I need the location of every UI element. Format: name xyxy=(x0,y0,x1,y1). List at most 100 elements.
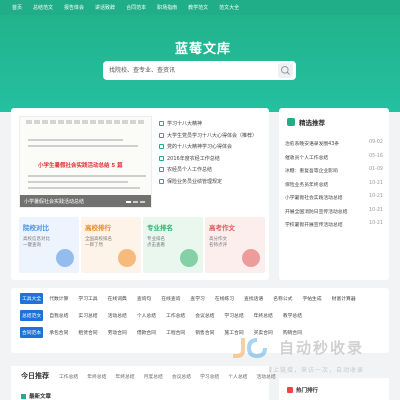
latest-header: 最新文章 xyxy=(21,392,51,400)
carousel-dots xyxy=(126,201,145,203)
site-logo[interactable]: 蓝莓文库 xyxy=(175,38,231,57)
news-title: 大学生党员学习十八大心得体会（推荐） xyxy=(167,132,258,139)
news-item[interactable]: 党的十八大精神学习心得体会 xyxy=(159,141,264,153)
today-filter[interactable]: 月度总结 xyxy=(144,373,163,380)
nav-item-all[interactable]: 范文大全 xyxy=(219,4,239,11)
recommend-panel: 精选推荐 治愈系晚安语录发圈43条 09-02 催收员个人工作总结 05-16 冰糖… xyxy=(279,108,389,280)
tag-link[interactable]: 学习总结 xyxy=(224,312,243,319)
tag-link[interactable]: 租赁合同 xyxy=(78,329,97,336)
tag-link[interactable]: 销售合同 xyxy=(195,329,214,336)
recommend-header: 精选推荐 xyxy=(287,117,325,127)
category-school-rank[interactable]: 高校排行 全国高校排名 一目了然 xyxy=(81,217,141,273)
nav-item-home[interactable]: 首页 xyxy=(12,4,22,11)
tag-link[interactable]: 施工合同 xyxy=(224,329,243,336)
tag-row-label[interactable]: 工具大全 xyxy=(20,293,44,304)
slide-text-line xyxy=(28,139,123,141)
tag-link[interactable]: 会议总结 xyxy=(195,312,214,319)
today-filter[interactable]: 年终总结 xyxy=(115,373,134,380)
today-filter[interactable]: 学习总结 xyxy=(200,373,219,380)
category-major-rank[interactable]: 专业排名 专业排名 点击查看 xyxy=(143,217,203,273)
latest-title: 最新文章 xyxy=(29,394,52,400)
recommend-item[interactable]: 开展全国消防日宣传活动总结 10-21 xyxy=(285,208,383,222)
news-item[interactable]: 保险业务员业绩管理规定 xyxy=(159,176,264,188)
news-item[interactable]: 2016年度农经工作总结 xyxy=(159,153,264,165)
tag-link[interactable]: 名称公式 xyxy=(273,295,292,302)
carousel-dot[interactable] xyxy=(126,201,131,203)
tag-link[interactable]: 购销合同 xyxy=(283,329,302,336)
carousel-dot[interactable] xyxy=(140,201,145,203)
search-input[interactable] xyxy=(109,64,269,77)
tag-link[interactable]: 在线练习 xyxy=(215,295,234,302)
tag-link[interactable]: 教学总结 xyxy=(283,312,302,319)
tag-link[interactable]: 活动总结 xyxy=(108,312,127,319)
tag-link[interactable]: 买卖合同 xyxy=(254,329,273,336)
nav-item-teaching[interactable]: 教学范文 xyxy=(188,4,208,11)
news-item[interactable]: 农经员个人工作总结 xyxy=(159,164,264,176)
today-filter[interactable]: 年终总结 xyxy=(87,373,106,380)
recommend-item[interactable]: 学校暑假开展宣传活动总结 10-21 xyxy=(285,221,383,235)
tag-link[interactable]: 代数计算 xyxy=(49,295,68,302)
search-bar xyxy=(103,61,296,80)
recommend-item[interactable]: 治愈系晚安语录发圈43条 09-02 xyxy=(285,140,383,154)
tag-row-tools: 工具大全 代数计算 学习工具 在线词典 查询句 在线查询 查学习 在线练习 查找… xyxy=(20,293,366,304)
tag-link[interactable]: 年终总结 xyxy=(254,312,273,319)
today-filter[interactable]: 工作总结 xyxy=(59,373,78,380)
tag-row-label[interactable]: 合同范本 xyxy=(20,327,44,338)
category-desc: 名师点评 xyxy=(209,243,227,248)
compare-icon xyxy=(56,249,74,267)
nav-item-speech[interactable]: 讲话致辞 xyxy=(95,4,115,11)
recommend-item[interactable]: 保险业务员年终总结 10-21 xyxy=(285,181,383,195)
slide-text-line xyxy=(28,181,128,183)
today-filter[interactable]: 个人总结 xyxy=(228,373,247,380)
tag-link[interactable]: 在线查询 xyxy=(161,295,180,302)
today-filter[interactable]: 会议总结 xyxy=(172,373,191,380)
tag-link[interactable]: 查找话语 xyxy=(244,295,263,302)
today-title: 今日推荐 xyxy=(21,372,49,380)
news-item[interactable]: 学习十八大精神 xyxy=(159,118,264,130)
hot-title: 热门排行 xyxy=(296,388,319,394)
slide-text-line xyxy=(28,187,140,189)
tag-link[interactable]: 字帖生成 xyxy=(302,295,321,302)
tag-link[interactable]: 承包合同 xyxy=(49,329,68,336)
tag-link[interactable]: 财富计算器 xyxy=(332,295,356,302)
doc-icon xyxy=(21,393,26,399)
tag-link[interactable]: 查学习 xyxy=(190,295,204,302)
news-list: 学习十八大精神 大学生党员学习十八大心得体会（推荐） 党的十八大精神学习心得体会… xyxy=(159,118,264,187)
tag-link[interactable]: 自我总结 xyxy=(49,312,68,319)
recommend-item[interactable]: 小学暑假社会实践活动总结 10-21 xyxy=(285,194,383,208)
carousel-slide[interactable]: 小学生暑假社会实践活动总结 5 篇 小学暑假社会实践活动总结 xyxy=(19,116,152,208)
doc-icon xyxy=(159,144,164,150)
category-school-compare[interactable]: 院校对比 高校信息对比 一键查询 xyxy=(19,217,79,273)
tag-link[interactable]: 学习工具 xyxy=(78,295,97,302)
top-nav: 首页 总结范文 报告体会 讲话致辞 合同范本 职场指南 教学范文 范文大全 xyxy=(0,0,400,15)
nav-item-report[interactable]: 报告体会 xyxy=(64,4,84,11)
tag-link[interactable]: 劳动合同 xyxy=(108,329,127,336)
tag-row-label[interactable]: 总结范文 xyxy=(20,310,44,321)
slide-title: 小学生暑假社会实践活动总结 5 篇 xyxy=(38,163,123,169)
nav-item-career[interactable]: 职场指南 xyxy=(157,4,177,11)
recommend-item-title: 催收员个人工作总结 xyxy=(285,155,329,161)
doc-icon xyxy=(159,132,164,138)
recommend-item-title: 小学暑假社会实践活动总结 xyxy=(285,196,343,201)
slide-text-line xyxy=(28,175,146,177)
tag-link[interactable]: 在线词典 xyxy=(108,295,127,302)
tag-link[interactable]: 工程合同 xyxy=(166,329,185,336)
category-essay[interactable]: 高考作文 高分作文 名师点评 xyxy=(205,217,265,273)
recommend-item[interactable]: 冰糖：重复吾等企业影响 01-09 xyxy=(285,167,383,181)
tag-link[interactable]: 工作总结 xyxy=(166,312,185,319)
tag-link[interactable]: 查询句 xyxy=(137,295,151,302)
today-filter[interactable]: 活动总结 xyxy=(256,373,275,380)
hot-header: 热门排行 xyxy=(287,386,318,394)
doc-icon xyxy=(159,121,164,127)
carousel-dot[interactable] xyxy=(133,201,138,203)
tag-link[interactable]: 个人总结 xyxy=(137,312,156,319)
recommend-item[interactable]: 催收员个人工作总结 05-16 xyxy=(285,154,383,168)
tag-link[interactable]: 实习总结 xyxy=(78,312,97,319)
nav-item-contract[interactable]: 合同范本 xyxy=(126,4,146,11)
tag-link[interactable]: 借款合同 xyxy=(137,329,156,336)
nav-item-summary[interactable]: 总结范文 xyxy=(33,4,53,11)
search-button[interactable] xyxy=(278,63,293,78)
news-item[interactable]: 大学生党员学习十八大心得体会（推荐） xyxy=(159,130,264,142)
news-title: 2016年度农经工作总结 xyxy=(167,155,220,162)
category-title: 院校对比 xyxy=(23,224,49,232)
